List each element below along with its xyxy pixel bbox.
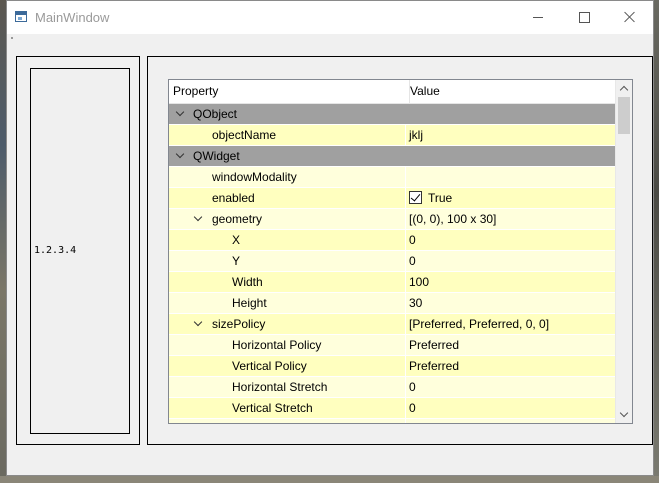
menu-grip	[11, 37, 13, 39]
property-row[interactable]: objectName jklj	[169, 125, 615, 146]
column-separator	[405, 125, 406, 145]
property-name: Width	[232, 275, 263, 289]
header-property[interactable]: Property	[169, 80, 410, 103]
right-group-frame: Property Value QObject objectName jklj QWid…	[147, 56, 653, 445]
expand-arrow-icon[interactable]	[175, 146, 185, 166]
property-value[interactable]: Preferred	[409, 335, 459, 355]
property-name: Horizontal Stretch	[232, 380, 328, 394]
close-icon	[624, 11, 636, 23]
enabled-checkbox[interactable]	[409, 191, 422, 204]
left-inner-frame: 1.2.3.4	[30, 68, 130, 434]
property-browser-header: Property Value	[169, 80, 615, 104]
maximize-button[interactable]	[561, 1, 607, 33]
property-name: Y	[232, 254, 241, 268]
main-window: MainWindow 1.2.3.4 Property Value QObjec…	[6, 0, 654, 476]
column-separator	[405, 398, 406, 418]
column-separator	[405, 188, 406, 208]
property-rows: QObject objectName jklj QWidget windowModali…	[169, 104, 615, 423]
property-name: sizePolicy	[212, 317, 266, 331]
title-bar[interactable]: MainWindow	[7, 1, 653, 34]
property-row[interactable]: enabled True	[169, 188, 615, 209]
property-name: enabled	[212, 191, 255, 205]
column-separator	[405, 293, 406, 313]
maximize-icon	[578, 11, 590, 23]
close-button[interactable]	[607, 1, 653, 33]
property-value[interactable]: 0	[409, 230, 416, 250]
expand-arrow-icon[interactable]	[193, 314, 203, 334]
property-row[interactable]: Height 30	[169, 293, 615, 314]
property-row[interactable]: geometry [(0, 0), 100 x 30]	[169, 209, 615, 230]
minimize-button[interactable]	[515, 1, 561, 33]
header-value[interactable]: Value	[406, 80, 615, 103]
expand-arrow-icon[interactable]	[175, 104, 185, 124]
window-app-icon	[15, 11, 27, 22]
property-value[interactable]: 0	[409, 398, 416, 418]
scroll-thumb[interactable]	[618, 97, 630, 134]
desktop-background-bottom	[0, 476, 659, 483]
window-title: MainWindow	[35, 10, 110, 25]
property-value[interactable]: [(0, 0), 100 x 30]	[409, 209, 496, 229]
property-value[interactable]: [Preferred, Preferred, 0, 0]	[409, 314, 549, 334]
property-value[interactable]: 0	[409, 377, 416, 397]
property-name: Vertical Stretch	[232, 401, 313, 415]
expand-arrow-icon[interactable]	[193, 209, 203, 229]
property-row[interactable]: Vertical Policy Preferred	[169, 356, 615, 377]
property-name: Horizontal Policy	[232, 338, 322, 352]
vertical-scrollbar[interactable]	[615, 80, 632, 423]
property-name: geometry	[212, 212, 263, 226]
property-value: True	[428, 191, 453, 205]
left-group-frame: 1.2.3.4	[16, 56, 140, 445]
column-separator	[405, 272, 406, 292]
scroll-up-arrow-icon[interactable]	[616, 80, 632, 96]
property-name: objectName	[212, 128, 277, 142]
property-name: Height	[232, 296, 267, 310]
column-separator	[405, 209, 406, 229]
property-row[interactable]: Horizontal Stretch 0	[169, 377, 615, 398]
column-separator	[405, 377, 406, 397]
property-row[interactable]: Vertical Stretch 0	[169, 398, 615, 419]
column-separator	[405, 251, 406, 271]
column-separator	[405, 419, 406, 423]
property-value[interactable]: jklj	[409, 125, 423, 145]
property-row[interactable]: Width 100	[169, 272, 615, 293]
column-separator	[405, 167, 406, 187]
property-name: X	[232, 233, 241, 247]
scroll-down-arrow-icon[interactable]	[616, 407, 632, 423]
property-row[interactable]: sizePolicy [Preferred, Preferred, 0, 0]	[169, 314, 615, 335]
property-row[interactable]: Y0	[169, 251, 615, 272]
property-name: QObject	[193, 107, 238, 121]
minimize-icon	[533, 16, 543, 18]
property-name: QWidget	[193, 149, 240, 163]
column-separator	[405, 335, 406, 355]
property-value[interactable]: Preferred	[409, 356, 459, 376]
property-value[interactable]: 100	[409, 272, 429, 292]
column-separator	[405, 314, 406, 334]
property-value[interactable]: 0	[409, 251, 416, 271]
property-row[interactable]	[169, 419, 615, 423]
property-name: Vertical Policy	[232, 359, 307, 373]
property-name: windowModality	[212, 170, 297, 184]
property-group-row[interactable]: QObject	[169, 104, 615, 125]
property-browser[interactable]: Property Value QObject objectName jklj QWid…	[168, 79, 633, 424]
property-row[interactable]: Horizontal Policy Preferred	[169, 335, 615, 356]
column-separator	[405, 230, 406, 250]
column-separator	[405, 356, 406, 376]
property-group-row[interactable]: QWidget	[169, 146, 615, 167]
property-row[interactable]: windowModality	[169, 167, 615, 188]
property-value[interactable]: 30	[409, 293, 422, 313]
property-row[interactable]: X0	[169, 230, 615, 251]
version-label: 1.2.3.4	[34, 245, 77, 256]
